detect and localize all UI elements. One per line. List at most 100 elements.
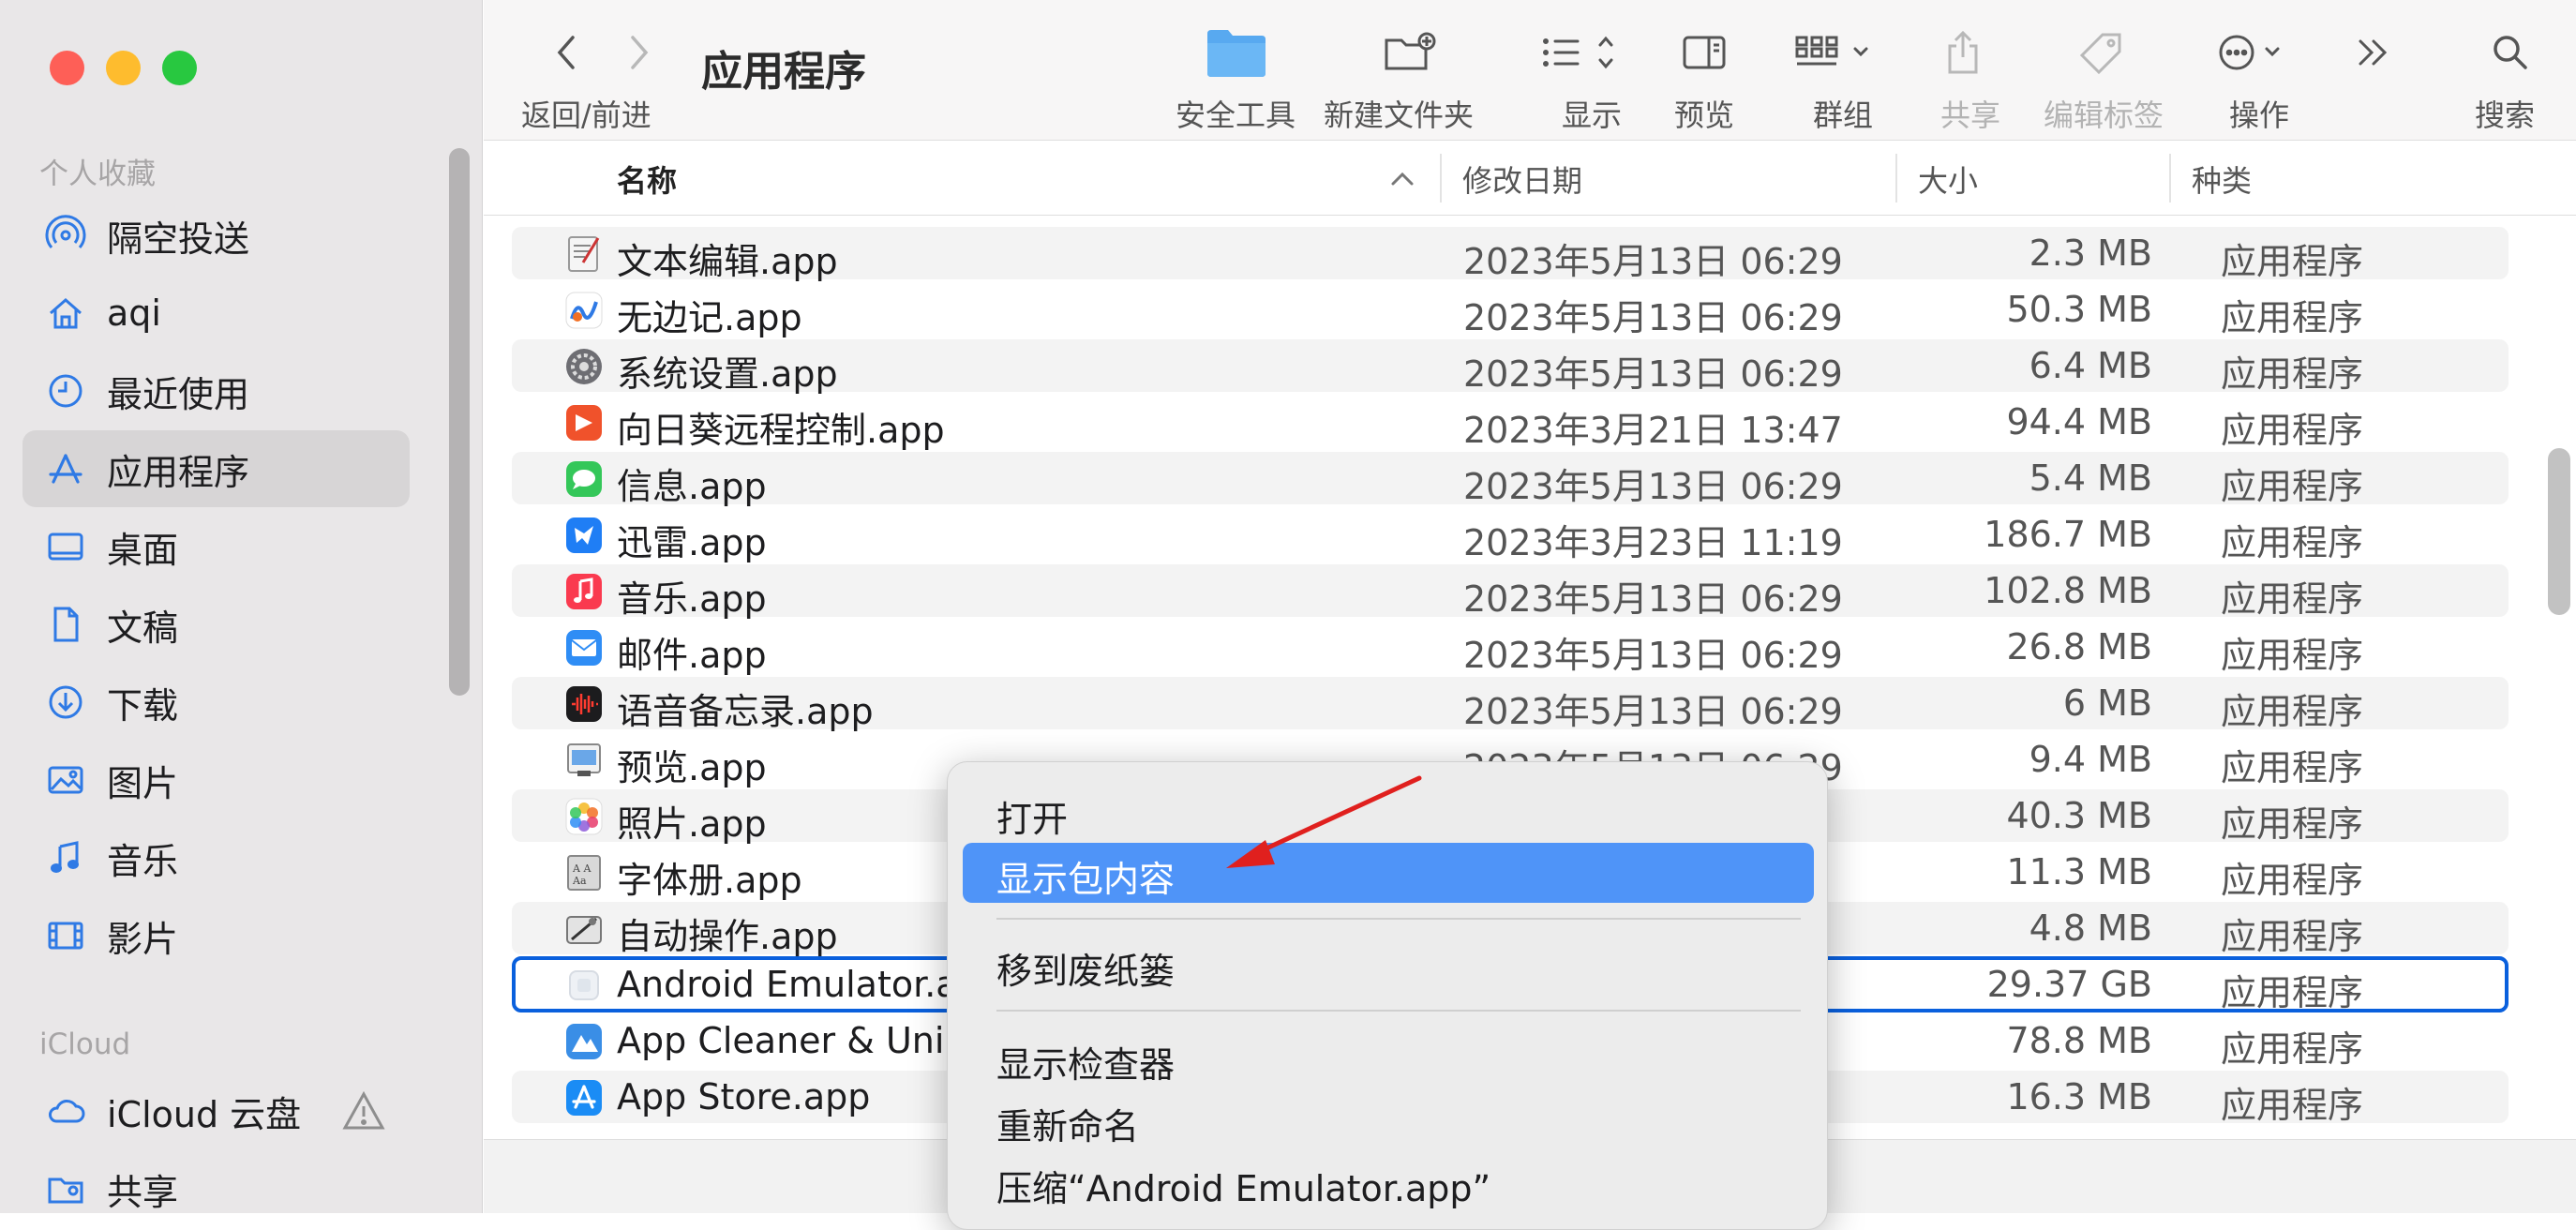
font-book-app-icon: A A Aa xyxy=(564,853,604,892)
column-date[interactable]: 修改日期 xyxy=(1462,158,1582,201)
file-name: 无边记.app xyxy=(617,297,802,338)
file-name: 音乐.app xyxy=(617,578,767,620)
column-divider[interactable] xyxy=(2169,154,2171,202)
menu-item-show-inspector[interactable]: 显示检查器 xyxy=(963,1028,1814,1088)
sidebar-item-shared[interactable]: 共享 xyxy=(22,1150,410,1227)
file-size: 4.8 MB xyxy=(2029,908,2152,949)
sidebar-item-airdrop[interactable]: 隔空投送 xyxy=(22,197,410,274)
file-kind: 应用程序 xyxy=(2221,972,2364,1013)
textedit-app-icon xyxy=(564,234,604,274)
sidebar-item-pictures[interactable]: 图片 xyxy=(22,742,410,818)
group-label: 群组 xyxy=(1813,98,1874,133)
sidebar-item-documents[interactable]: 文稿 xyxy=(22,586,410,663)
file-size: 11.3 MB xyxy=(2006,851,2152,892)
menu-item-label: 移到废纸篓 xyxy=(996,951,1176,992)
app-store-app-icon xyxy=(564,1078,604,1118)
file-date: 2023年3月21日 13:47 xyxy=(1463,410,1843,451)
file-list-scrollbar[interactable] xyxy=(2548,448,2570,615)
file-name: 邮件.app xyxy=(617,635,767,676)
minimize-window-button[interactable] xyxy=(106,51,141,85)
close-window-button[interactable] xyxy=(50,51,84,85)
view-button[interactable]: 显示 xyxy=(1534,0,1627,141)
menu-item-open[interactable]: 打开 xyxy=(963,783,1814,843)
toolbar-overflow-icon[interactable] xyxy=(2344,22,2404,82)
back-forward-group: 返回/前进 xyxy=(521,0,681,141)
sidebar-item-music[interactable]: 音乐 xyxy=(22,819,410,896)
file-size: 26.8 MB xyxy=(2006,626,2152,668)
file-date: 2023年5月13日 06:29 xyxy=(1463,466,1843,507)
view-label: 显示 xyxy=(1562,98,1623,133)
menu-item-rename[interactable]: 重新命名 xyxy=(963,1090,1814,1150)
warning-icon xyxy=(341,1089,386,1132)
file-row[interactable]: 向日葵远程控制.app 2023年3月21日 13:47 94.4 MB 应用程… xyxy=(512,396,2509,451)
sidebar-scrollbar[interactable] xyxy=(449,148,470,696)
sidebar-item-downloads[interactable]: 下载 xyxy=(22,664,410,741)
group-grid-icon xyxy=(1789,22,1882,82)
file-row[interactable]: 信息.app 2023年5月13日 06:29 5.4 MB 应用程序 xyxy=(512,452,2509,507)
search-button[interactable]: 搜索 xyxy=(2464,0,2557,141)
automator-app-icon xyxy=(564,909,604,949)
security-tools-label: 安全工具 xyxy=(1176,98,1296,133)
blue-folder-icon xyxy=(1194,22,1279,82)
sidebar-item-label: aqi xyxy=(107,292,161,334)
mail-app-icon xyxy=(564,628,604,668)
file-kind: 应用程序 xyxy=(2221,1085,2364,1126)
share-button[interactable]: 共享 xyxy=(1927,0,2012,141)
file-size: 9.4 MB xyxy=(2029,739,2152,780)
preview-button[interactable]: 预览 xyxy=(1667,0,1751,141)
search-icon xyxy=(2480,22,2540,82)
sidebar-item-movies[interactable]: 影片 xyxy=(22,897,410,974)
file-size: 40.3 MB xyxy=(2006,795,2152,836)
action-button[interactable]: 操作 xyxy=(2207,0,2310,141)
forward-chevron-icon[interactable] xyxy=(615,22,664,82)
column-divider[interactable] xyxy=(1440,154,1442,202)
sidebar-item-icloud-drive[interactable]: iCloud 云盘 xyxy=(22,1072,410,1149)
photos-app-icon xyxy=(564,797,604,836)
column-size[interactable]: 大小 xyxy=(1918,158,1978,201)
file-kind: 应用程序 xyxy=(2221,747,2364,788)
file-row[interactable]: 音乐.app 2023年5月13日 06:29 102.8 MB 应用程序 xyxy=(512,564,2509,620)
file-row[interactable]: 语音备忘录.app 2023年5月13日 06:29 6 MB 应用程序 xyxy=(512,677,2509,732)
file-kind: 应用程序 xyxy=(2221,466,2364,507)
file-row[interactable]: 迅雷.app 2023年3月23日 11:19 186.7 MB 应用程序 xyxy=(512,508,2509,563)
new-folder-button[interactable]: 新建文件夹 xyxy=(1324,0,1492,141)
file-name: 预览.app xyxy=(617,747,767,788)
sidebar-item-label: iCloud 云盘 xyxy=(107,1093,302,1135)
group-button[interactable]: 群组 xyxy=(1789,0,1892,141)
file-row[interactable]: 无边记.app 2023年5月13日 06:29 50.3 MB 应用程序 xyxy=(512,283,2509,338)
download-icon xyxy=(41,678,90,727)
file-size: 6 MB xyxy=(2062,682,2152,724)
back-chevron-icon[interactable] xyxy=(542,22,591,82)
action-label: 操作 xyxy=(2229,98,2290,133)
file-date: 2023年5月13日 06:29 xyxy=(1463,297,1843,338)
column-kind[interactable]: 种类 xyxy=(2192,158,2252,201)
file-kind: 应用程序 xyxy=(2221,297,2364,338)
security-tools-button[interactable]: 安全工具 xyxy=(1157,0,1316,141)
sort-ascending-chevron-icon[interactable] xyxy=(1389,169,1415,191)
menu-item-show-package-contents[interactable]: 显示包内容 xyxy=(963,843,1814,903)
thunder-app-icon xyxy=(564,516,604,555)
sidebar-item-label: 下载 xyxy=(107,684,179,727)
edit-tags-button[interactable]: 编辑标签 xyxy=(2029,0,2169,141)
file-row[interactable]: 邮件.app 2023年5月13日 06:29 26.8 MB 应用程序 xyxy=(512,621,2509,676)
file-kind: 应用程序 xyxy=(2221,860,2364,901)
sidebar-item-applications[interactable]: 应用程序 xyxy=(22,430,410,507)
file-size: 29.37 GB xyxy=(1986,964,2152,1005)
zoom-window-button[interactable] xyxy=(162,51,197,85)
file-row[interactable]: 系统设置.app 2023年5月13日 06:29 6.4 MB 应用程序 xyxy=(512,339,2509,395)
file-row[interactable]: 文本编辑.app 2023年5月13日 06:29 2.3 MB 应用程序 xyxy=(512,227,2509,282)
sidebar-item-home[interactable]: aqi xyxy=(22,275,410,352)
file-date: 2023年3月23日 11:19 xyxy=(1463,522,1843,563)
column-divider[interactable] xyxy=(1895,154,1897,202)
file-name: 语音备忘录.app xyxy=(617,691,874,732)
menu-item-compress[interactable]: 压缩“Android Emulator.app” xyxy=(963,1152,1814,1212)
menu-item-move-to-trash[interactable]: 移到废纸篓 xyxy=(963,935,1814,995)
file-name: App Store.app xyxy=(617,1076,871,1118)
column-name[interactable]: 名称 xyxy=(617,158,677,201)
tag-icon xyxy=(2072,22,2132,82)
file-kind: 应用程序 xyxy=(2221,578,2364,620)
music-note-icon xyxy=(41,833,90,882)
menu-separator xyxy=(996,1010,1801,1012)
sidebar-item-desktop[interactable]: 桌面 xyxy=(22,508,410,585)
sidebar-item-recents[interactable]: 最近使用 xyxy=(22,352,410,429)
